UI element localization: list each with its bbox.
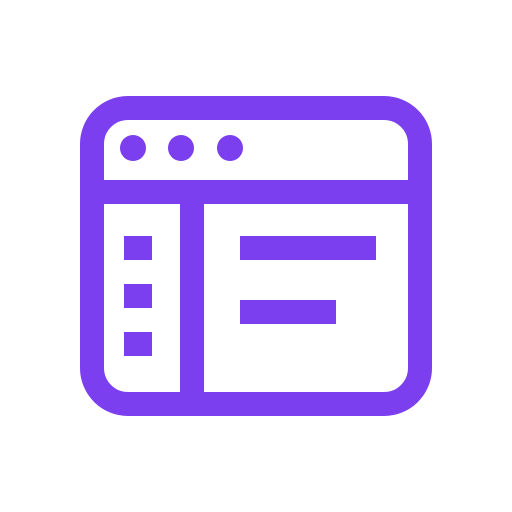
browser-window-icon [80,96,432,416]
window-dot-3 [217,135,243,161]
window-dot-2 [168,135,194,161]
icon-canvas [0,0,512,512]
window-dot-1 [120,135,146,161]
content-line-1 [240,236,376,260]
sidebar-item-3 [124,332,152,356]
titlebar-divider [92,180,420,204]
content-line-2 [240,300,336,324]
sidebar-item-2 [124,284,152,308]
sidebar-item-1 [124,236,152,260]
sidebar-divider [180,192,204,404]
